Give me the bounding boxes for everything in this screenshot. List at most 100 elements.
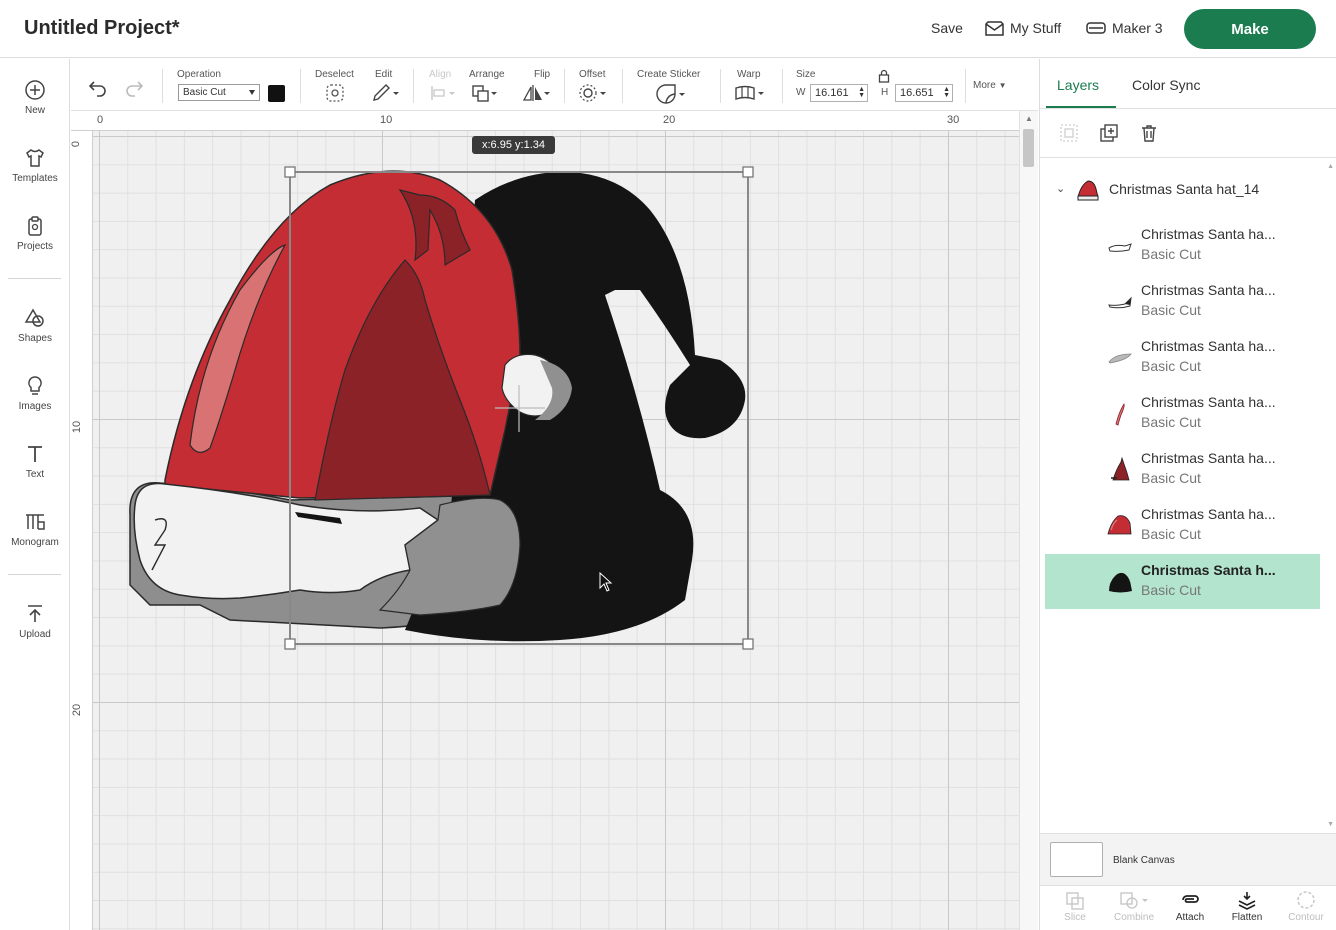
undo-icon[interactable]	[87, 79, 107, 97]
redo-icon[interactable]	[125, 79, 145, 97]
my-stuff-button[interactable]: My Stuff	[985, 20, 1061, 36]
toolbar-divider	[720, 69, 721, 103]
attach-button[interactable]: Attach	[1160, 890, 1220, 923]
height-letter: H	[881, 87, 889, 98]
layer-operation: Basic Cut	[1141, 470, 1201, 486]
scrollbar-thumb[interactable]	[1023, 129, 1034, 167]
sidebar-item-images[interactable]: Images	[0, 375, 70, 412]
sidebar-label-text: Text	[25, 469, 45, 480]
more-menu-button[interactable]: More ▼	[973, 80, 1007, 91]
group-icon[interactable]	[1059, 123, 1079, 143]
top-bar: Untitled Project* Save My Stuff Maker 3 …	[0, 0, 1336, 58]
toolbar-divider	[564, 69, 565, 103]
deselect-label: Deselect	[315, 69, 354, 80]
blank-canvas-swatch[interactable]	[1050, 842, 1103, 877]
layer-row-selected[interactable]: Christmas Santa h... Basic Cut	[1045, 554, 1320, 609]
tab-layers[interactable]: Layers	[1057, 77, 1099, 93]
lock-icon[interactable]	[878, 69, 890, 83]
machine-button[interactable]: Maker 3	[1086, 20, 1163, 36]
inbox-icon	[985, 20, 1004, 36]
contour-icon	[1297, 891, 1315, 909]
paperclip-icon	[1182, 895, 1199, 903]
project-title[interactable]: Untitled Project*	[24, 17, 180, 40]
sidebar-item-shapes[interactable]: Shapes	[0, 307, 70, 344]
contour-button[interactable]: Contour	[1276, 890, 1336, 923]
align-label: Align	[429, 69, 452, 80]
sidebar-item-upload[interactable]: Upload	[0, 603, 70, 640]
design-canvas[interactable]: 0 10 20 30 0 10 20	[71, 111, 1019, 930]
layer-operation: Basic Cut	[1141, 246, 1201, 262]
width-stepper[interactable]: ▲ ▼	[858, 86, 865, 99]
monogram-icon	[26, 514, 45, 530]
width-value: 16.161	[815, 87, 849, 99]
layer-row[interactable]: Christmas Santa ha... Basic Cut	[1045, 498, 1320, 553]
save-button[interactable]: Save	[931, 20, 963, 36]
layer-row[interactable]: Christmas Santa ha... Basic Cut	[1045, 218, 1320, 273]
combine-button[interactable]: Combine	[1104, 890, 1164, 923]
sidebar-divider	[8, 574, 61, 575]
height-input[interactable]: 16.651 ▲ ▼	[895, 84, 953, 102]
slice-label: Slice	[1064, 912, 1086, 923]
arrange-icon[interactable]	[471, 83, 499, 103]
warp-label: Warp	[737, 69, 761, 80]
flip-icon[interactable]	[522, 83, 552, 103]
layer-group-row[interactable]: ⌄ Christmas Santa hat_14	[1040, 175, 1336, 205]
flatten-button[interactable]: Flatten	[1217, 890, 1277, 923]
sidebar-item-projects[interactable]: Projects	[0, 215, 70, 252]
align-icon[interactable]	[429, 83, 457, 103]
sidebar-label-templates: Templates	[12, 173, 58, 184]
make-button[interactable]: Make	[1184, 9, 1316, 49]
toolbar-divider	[413, 69, 414, 103]
sidebar-item-templates[interactable]: Templates	[0, 147, 70, 184]
left-sidebar: New Templates Projects Shapes Images Tex…	[0, 59, 70, 930]
layer-operation: Basic Cut	[1141, 582, 1201, 598]
slice-icon	[1066, 892, 1084, 910]
sidebar-label-monogram: Monogram	[11, 537, 59, 548]
slice-button[interactable]: Slice	[1045, 890, 1105, 923]
layer-name: Christmas Santa ha...	[1141, 450, 1276, 466]
width-input[interactable]: 16.161 ▲ ▼	[810, 84, 868, 102]
layer-name: Christmas Santa ha...	[1141, 226, 1276, 242]
layer-thumbnail	[1109, 572, 1132, 593]
layer-row[interactable]: Christmas Santa ha... Basic Cut	[1045, 274, 1320, 329]
sidebar-item-text[interactable]: Text	[0, 443, 70, 480]
deselect-icon[interactable]	[325, 83, 345, 103]
chevron-down-icon[interactable]: ⌄	[1056, 182, 1065, 195]
layer-row[interactable]: Christmas Santa ha... Basic Cut	[1045, 442, 1320, 497]
coordinates-tooltip: x:6.95 y:1.34	[472, 136, 555, 154]
combine-icon	[1120, 892, 1148, 909]
layer-name: Christmas Santa ha...	[1141, 282, 1276, 298]
operation-select[interactable]: Basic Cut	[178, 84, 260, 101]
combine-label: Combine	[1113, 912, 1155, 923]
layer-row[interactable]: Christmas Santa ha... Basic Cut	[1045, 330, 1320, 385]
offset-label: Offset	[579, 69, 606, 80]
blank-canvas-row[interactable]: Blank Canvas	[1040, 833, 1336, 885]
chevron-down-icon: ▼	[998, 81, 1007, 90]
trash-icon[interactable]	[1139, 123, 1159, 143]
edit-label: Edit	[375, 69, 393, 80]
group-name: Christmas Santa hat_14	[1109, 181, 1260, 197]
sidebar-item-new[interactable]: New	[0, 79, 70, 116]
pencil-icon[interactable]	[371, 83, 401, 103]
layer-actions-bar: Slice Combine Attach Flatten Contour	[1040, 885, 1336, 930]
sticker-icon[interactable]	[655, 83, 689, 105]
selection-box[interactable]	[71, 111, 1019, 930]
contour-label: Contour	[1288, 912, 1324, 923]
offset-icon[interactable]	[578, 83, 608, 103]
duplicate-icon[interactable]	[1099, 123, 1119, 143]
sidebar-label-images: Images	[18, 401, 52, 412]
warp-icon[interactable]	[734, 83, 768, 103]
layer-thumbnail	[1107, 515, 1132, 535]
layer-operation: Basic Cut	[1141, 302, 1201, 318]
panel-scroll-down-arrow[interactable]: ▼	[1327, 821, 1334, 828]
panel-scroll-up-arrow[interactable]: ▲	[1327, 163, 1334, 170]
canvas-scrollbar[interactable]: ▲	[1019, 111, 1038, 930]
sidebar-item-monogram[interactable]: Monogram	[0, 511, 70, 548]
scroll-up-arrow[interactable]: ▲	[1025, 114, 1033, 123]
layer-operation: Basic Cut	[1141, 526, 1201, 542]
tab-color-sync[interactable]: Color Sync	[1132, 77, 1200, 93]
layer-row[interactable]: Christmas Santa ha... Basic Cut	[1045, 386, 1320, 441]
height-stepper[interactable]: ▲ ▼	[943, 86, 950, 99]
color-swatch[interactable]	[268, 85, 285, 102]
layer-thumbnail	[1108, 243, 1132, 252]
